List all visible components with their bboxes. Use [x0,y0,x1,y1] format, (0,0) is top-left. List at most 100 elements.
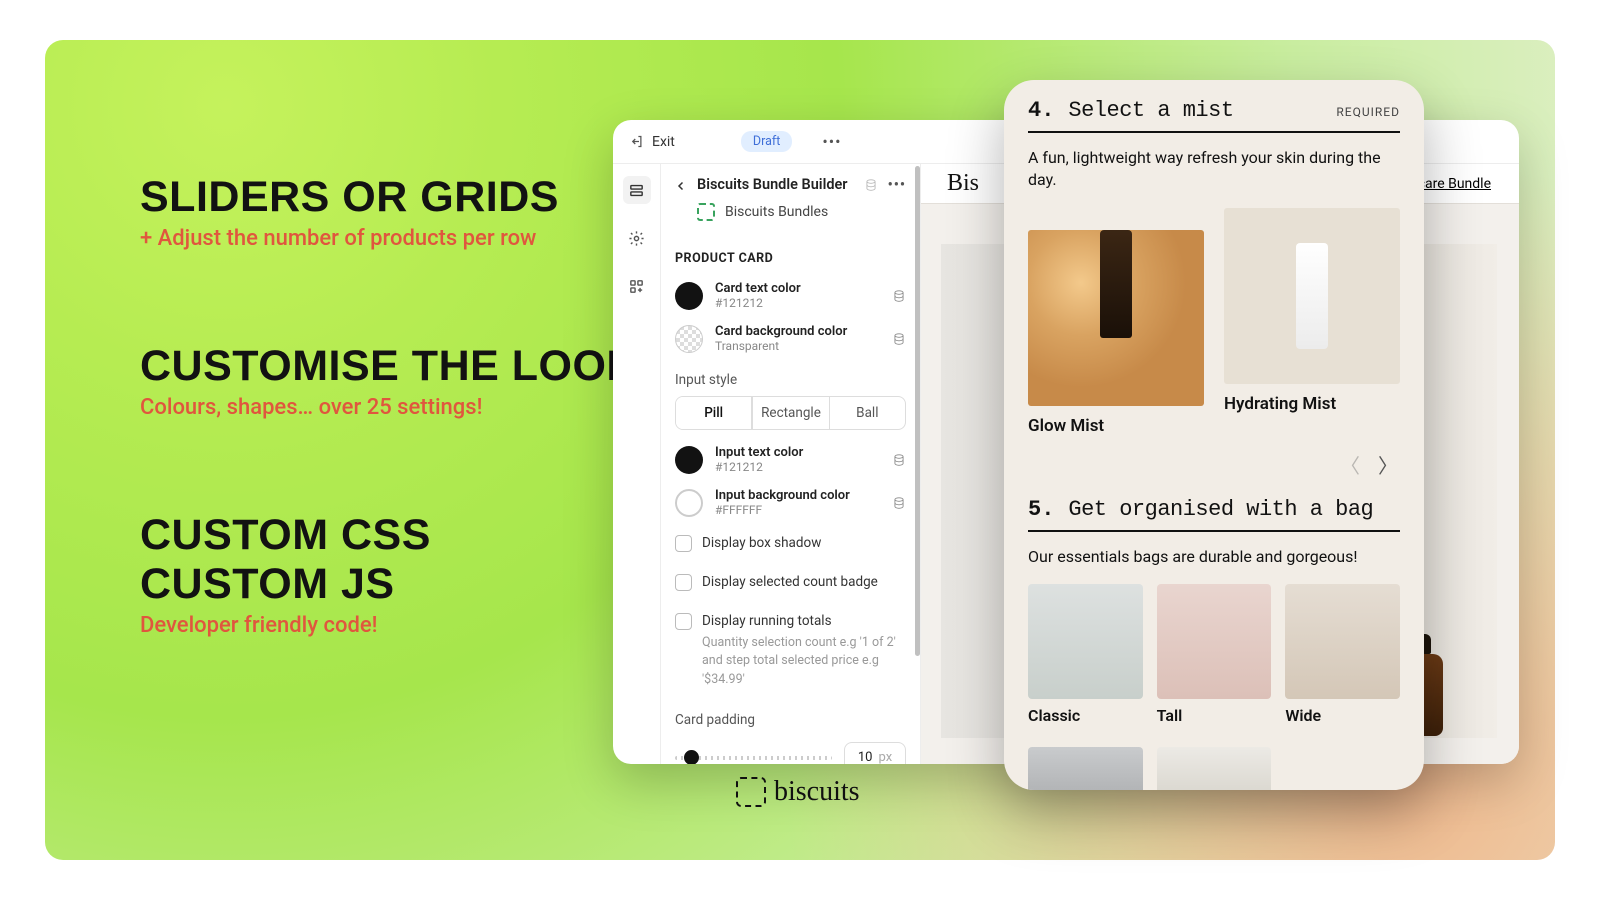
hero-copy: SLIDERS OR GRIDS + Adjust the number of … [140,175,660,641]
product-card-classic[interactable]: Classic [1028,584,1143,725]
product-card-partial-1[interactable] [1028,747,1143,790]
input-text-color-row[interactable]: Input text color #121212 [675,438,906,481]
more-button[interactable]: ••• [822,132,841,151]
brand-logo: biscuits [736,776,860,808]
panel-more-button[interactable]: ••• [888,176,906,193]
next-arrow-icon[interactable]: 〉 [1378,450,1398,479]
input-style-label: Input style [675,360,906,396]
product-image [1224,208,1400,384]
step-description: Our essentials bags are durable and gorg… [1028,532,1400,584]
check-label: Display box shadow [702,534,821,553]
check-label: Display running totals [702,612,906,631]
color-value: Transparent [715,339,847,353]
swatch-icon [675,325,703,353]
icon-rail [613,164,661,764]
product-image [1028,584,1143,699]
check-label: Display selected count badge [702,573,878,592]
step-description: A fun, lightweight way refresh your skin… [1028,133,1400,208]
input-style-segment: Pill Rectangle Ball [675,396,906,430]
product-image [1157,747,1272,790]
sections-tab-icon[interactable] [623,176,651,204]
color-label: Input background color [715,488,850,503]
check-help: Quantity selection count e.g '1 of 2' an… [702,634,906,690]
exit-button[interactable]: Exit [629,134,675,150]
dynamic-source-icon[interactable] [892,332,906,346]
dynamic-source-icon[interactable] [892,453,906,467]
apps-tab-icon[interactable] [623,272,651,300]
step-number: 5. [1028,497,1054,522]
step-number: 4. [1028,98,1054,123]
slider-knob[interactable] [684,750,699,764]
seg-rectangle[interactable]: Rectangle [752,397,828,429]
card-padding-label: Card padding [675,700,906,736]
color-value: #FFFFFF [715,503,850,517]
hero-sub-2: Colours, shapes… over 25 settings! [140,393,660,423]
card-text-color-row[interactable]: Card text color #121212 [675,274,906,317]
product-name: Hydrating Mist [1224,384,1400,414]
product-image [1285,584,1400,699]
exit-icon [629,134,644,149]
exit-label: Exit [652,134,675,150]
swatch-icon [675,446,703,474]
hero-title-3b: CUSTOM JS [140,562,660,607]
product-card-wide[interactable]: Wide [1285,584,1400,725]
checkbox-icon[interactable] [675,613,692,630]
product-card-glow-mist[interactable]: Glow Mist [1028,208,1204,436]
panel-title: Biscuits Bundle Builder [697,176,848,193]
brand-icon [736,777,766,807]
hero-title-2: CUSTOMISE THE LOOK [140,344,660,389]
dynamic-source-icon[interactable] [892,496,906,510]
color-value: #121212 [715,460,803,474]
check-box-shadow[interactable]: Display box shadow [675,524,906,563]
mobile-preview: 4. Select a mist REQUIRED A fun, lightwe… [1004,80,1424,790]
padding-unit: px [878,750,892,764]
check-running-totals[interactable]: Display running totals Quantity selectio… [675,602,906,700]
product-image [1028,230,1204,406]
required-badge: REQUIRED [1336,105,1400,119]
product-image [1157,584,1272,699]
card-bg-color-row[interactable]: Card background color Transparent [675,317,906,360]
hero-title-3a: CUSTOM CSS [140,513,660,558]
hero-sub-1: + Adjust the number of products per row [140,224,660,254]
dynamic-source-icon[interactable] [864,178,878,192]
color-label: Card background color [715,324,847,339]
product-image [1028,747,1143,790]
color-value: #121212 [715,296,801,310]
storefront-title: Bis [921,170,979,197]
product-name: Tall [1157,699,1272,725]
settings-panel: Biscuits Bundle Builder ••• Biscuits Bun… [661,164,921,764]
app-block-row[interactable]: Biscuits Bundles [661,197,920,233]
step-title: Select a mist [1068,98,1233,123]
draft-badge: Draft [741,131,792,152]
color-label: Input text color [715,445,803,460]
product-name: Glow Mist [1028,406,1204,436]
prev-arrow-icon[interactable]: 〈 [1340,450,1360,479]
product-card-tall[interactable]: Tall [1157,584,1272,725]
seg-ball[interactable]: Ball [829,397,905,429]
swatch-icon [675,489,703,517]
settings-tab-icon[interactable] [623,224,651,252]
color-label: Card text color [715,281,801,296]
swatch-icon [675,282,703,310]
hero-sub-3: Developer friendly code! [140,611,660,641]
hero-title-1: SLIDERS OR GRIDS [140,175,660,220]
back-icon[interactable] [675,179,687,191]
padding-slider[interactable] [675,756,832,760]
seg-pill[interactable]: Pill [676,397,752,429]
step-title: Get organised with a bag [1068,497,1373,522]
product-name: Wide [1285,699,1400,725]
product-name: Classic [1028,699,1143,725]
checkbox-icon[interactable] [675,574,692,591]
input-bg-color-row[interactable]: Input background color #FFFFFF [675,481,906,524]
dynamic-source-icon[interactable] [892,289,906,303]
checkbox-icon[interactable] [675,535,692,552]
product-card-hydrating-mist[interactable]: Hydrating Mist [1224,208,1400,436]
padding-input[interactable]: 10 px [844,742,906,764]
padding-value: 10 [858,750,873,764]
product-card-partial-2[interactable] [1157,747,1272,790]
app-name: Biscuits Bundles [725,204,828,220]
check-count-badge[interactable]: Display selected count badge [675,563,906,602]
section-product-card: PRODUCT CARD [661,233,920,274]
brand-text: biscuits [774,776,860,808]
app-icon [697,203,715,221]
